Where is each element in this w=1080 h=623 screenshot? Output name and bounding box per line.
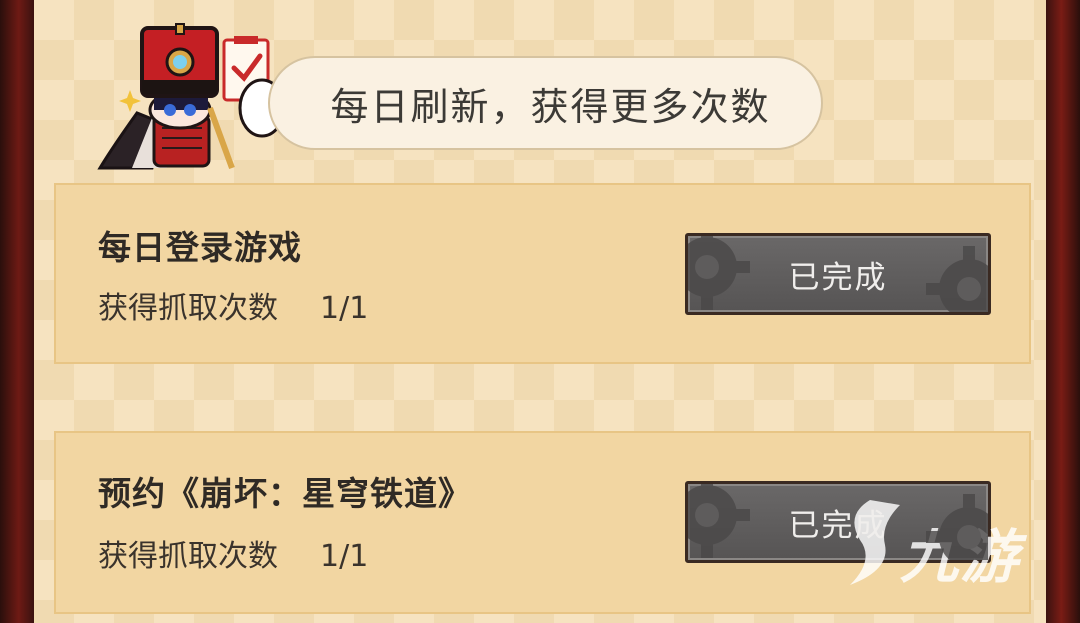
gear-icon: [926, 246, 988, 312]
task-title: 每日登录游戏: [98, 228, 302, 267]
completed-button-label: 已完成: [788, 259, 888, 296]
task-card-daily-login: 每日登录游戏 获得抓取次数 1/1 已完成: [54, 183, 1031, 364]
completed-button-label: 已完成: [788, 507, 888, 544]
left-frame-border: [0, 0, 34, 623]
reward-label: 获得抓取次数: [98, 539, 278, 574]
progress-count: 1/1: [320, 291, 369, 326]
task-reward: 获得抓取次数 1/1: [98, 531, 368, 575]
completed-button[interactable]: 已完成: [685, 233, 991, 315]
bubble-text: 每日刷新，获得更多次数: [330, 84, 771, 129]
conductor-mascot-icon: [97, 23, 286, 170]
gear-icon: [688, 484, 750, 558]
gear-icon: [926, 494, 988, 560]
reward-label: 获得抓取次数: [98, 291, 278, 326]
gear-icon: [688, 236, 750, 310]
task-title: 预约《崩坏：星穹铁道》: [98, 474, 472, 513]
progress-count: 1/1: [320, 539, 369, 574]
task-reward: 获得抓取次数 1/1: [98, 283, 368, 327]
speech-bubble: 每日刷新，获得更多次数: [268, 56, 823, 150]
